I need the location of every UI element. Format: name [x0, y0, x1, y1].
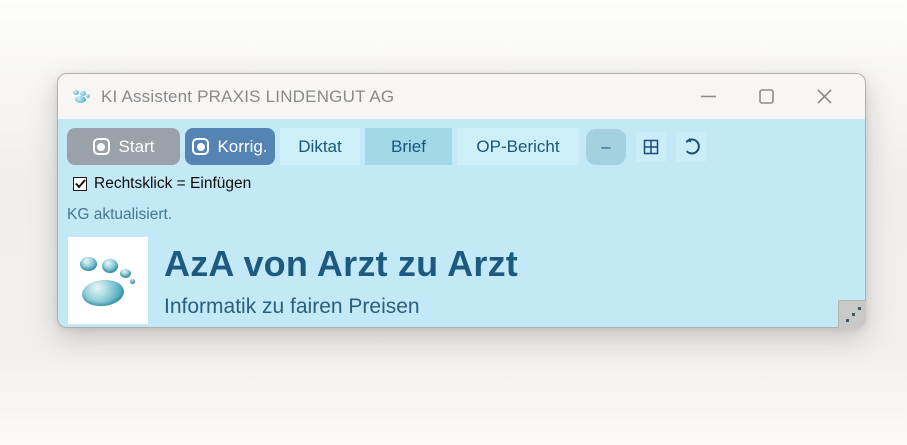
desktop-background: KI Assistent PRAXIS LINDENGUT AG — [0, 0, 907, 445]
diktat-button-label: Diktat — [298, 137, 341, 157]
brand-subtitle: Informatik zu fairen Preisen — [164, 295, 518, 319]
minus-small-button[interactable]: – — [586, 129, 626, 165]
brief-button[interactable]: Brief — [365, 128, 452, 165]
record-icon — [192, 138, 209, 155]
window-title: KI Assistent PRAXIS LINDENGUT AG — [101, 87, 394, 107]
resize-grip[interactable] — [838, 300, 866, 328]
minimize-icon — [701, 95, 716, 98]
brief-button-label: Brief — [391, 137, 426, 157]
status-text: KG aktualisiert. — [67, 206, 856, 224]
brand-text: AzA von Arzt zu Arzt Informatik zu faire… — [164, 237, 518, 324]
app-logo-icon — [72, 89, 92, 105]
grid-button[interactable] — [636, 132, 666, 162]
op-bericht-button[interactable]: OP-Bericht — [457, 128, 579, 165]
record-icon — [93, 138, 110, 155]
start-button-label: Start — [119, 137, 155, 157]
window-content: Start Korrig. Diktat Brief OP-Bericht – — [58, 119, 865, 329]
rightclick-checkbox-label: Rechtsklick = Einfügen — [94, 175, 251, 193]
aza-logo — [68, 237, 148, 324]
toolbar: Start Korrig. Diktat Brief OP-Bericht – — [67, 128, 856, 165]
grid-icon — [643, 139, 659, 155]
close-button[interactable] — [795, 74, 853, 119]
diktat-button[interactable]: Diktat — [280, 128, 360, 165]
refresh-icon — [682, 137, 701, 156]
minimize-button[interactable] — [679, 74, 737, 119]
refresh-button[interactable] — [676, 132, 706, 162]
maximize-icon — [759, 89, 774, 104]
korrig-button[interactable]: Korrig. — [185, 128, 275, 165]
minus-icon: – — [601, 137, 610, 157]
korrig-button-label: Korrig. — [217, 137, 267, 157]
window-controls — [679, 74, 865, 119]
brand-heading: AzA von Arzt zu Arzt — [164, 243, 518, 285]
checkmark-icon — [75, 179, 86, 189]
close-icon — [817, 89, 832, 104]
maximize-button[interactable] — [737, 74, 795, 119]
rightclick-paste-option[interactable]: Rechtsklick = Einfügen — [73, 175, 856, 193]
rightclick-checkbox[interactable] — [73, 177, 87, 191]
brand-row: AzA von Arzt zu Arzt Informatik zu faire… — [68, 237, 856, 324]
op-bericht-button-label: OP-Bericht — [476, 137, 559, 157]
titlebar[interactable]: KI Assistent PRAXIS LINDENGUT AG — [58, 74, 865, 119]
start-button[interactable]: Start — [67, 128, 180, 165]
app-window: KI Assistent PRAXIS LINDENGUT AG — [57, 73, 866, 328]
